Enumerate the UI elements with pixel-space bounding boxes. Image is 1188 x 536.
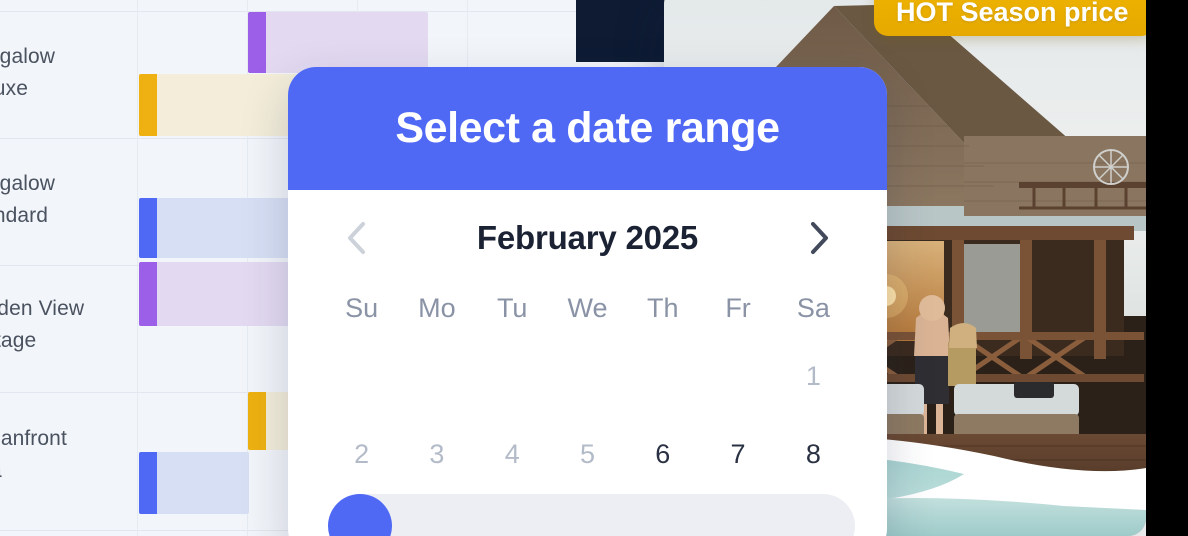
weekday-sa: Sa (796, 293, 830, 323)
booking-bar-handle[interactable] (139, 452, 157, 514)
date-range-picker-modal: Select a date range February 2025 Su Mo … (288, 67, 887, 536)
booking-bar-handle[interactable] (139, 262, 157, 326)
date-picker-header: Select a date range (288, 67, 887, 190)
room-label-line2: Standard (0, 204, 49, 227)
calendar-week-row: 2 3 4 5 6 7 8 (324, 422, 851, 486)
weekday-tu: Tu (496, 293, 528, 323)
calendar-day-4[interactable]: 4 (475, 422, 550, 486)
booking-bar-purple[interactable] (248, 12, 428, 73)
weekday-header-row: Su Mo Tu We Th Fr Sa (324, 286, 851, 330)
room-label-oceanfront-villa: Oceanfront Villa (0, 423, 137, 487)
calendar-day-7[interactable]: 7 (700, 422, 775, 486)
calendar-day-5[interactable]: 5 (550, 422, 625, 486)
room-label-bungalow-standard: Bungalow Standard (0, 168, 137, 232)
chevron-right-icon[interactable] (799, 218, 839, 258)
calendar-day-1[interactable]: 1 (776, 344, 851, 408)
booking-bar-handle[interactable] (139, 74, 157, 136)
calendar-day-6[interactable]: 6 (625, 422, 700, 486)
date-picker-body: February 2025 Su Mo Tu We Th Fr Sa 1 2 3… (288, 190, 887, 536)
room-label-line1: Bungalow (0, 172, 56, 195)
weekday-we: We (567, 293, 608, 323)
room-label-line2: Cottage (0, 329, 37, 352)
weekday-mo: Mo (418, 293, 456, 323)
date-picker-title: Select a date range (395, 104, 780, 152)
weekday-su: Su (345, 293, 379, 323)
room-label-line1: Garden View (0, 297, 85, 320)
selected-range-band (328, 494, 855, 536)
chevron-left-icon[interactable] (336, 218, 376, 258)
booking-bar-handle[interactable] (139, 198, 157, 258)
grid-column-divider (137, 0, 138, 536)
photo-right-edge-strip (1146, 0, 1188, 536)
calendar-day-2[interactable]: 2 (324, 422, 399, 486)
navy-panel (576, 0, 666, 62)
screenshot-root: Bungalow Deluxe Bungalow Standard Garden… (0, 0, 1188, 536)
room-label-line1: Oceanfront (0, 427, 67, 450)
calendar-week-row: 1 (324, 344, 851, 408)
room-label-line2: Deluxe (0, 77, 28, 100)
weekday-fr: Fr (725, 293, 751, 323)
current-month-label: February 2025 (476, 219, 699, 256)
weekday-th: Th (647, 293, 679, 323)
booking-bar-handle[interactable] (248, 392, 266, 450)
hot-season-price-label: HOT Season price (896, 0, 1129, 27)
room-label-garden-view-cottage: Garden View Cottage (0, 293, 137, 357)
calendar-day-3[interactable]: 3 (399, 422, 474, 486)
hot-season-price-badge: HOT Season price (874, 0, 1155, 36)
room-label-bungalow-deluxe: Bungalow Deluxe (0, 41, 137, 105)
booking-bar-blue[interactable] (139, 452, 249, 514)
booking-bar-fill (248, 12, 428, 73)
room-label-line1: Bungalow (0, 45, 56, 68)
booking-bar-handle[interactable] (248, 12, 266, 73)
month-navigation: February 2025 (324, 190, 851, 286)
room-label-line2: Villa (0, 455, 137, 487)
calendar-selected-range-row (324, 494, 855, 536)
person-with-bag (948, 323, 977, 386)
calendar-day-8[interactable]: 8 (776, 422, 851, 486)
